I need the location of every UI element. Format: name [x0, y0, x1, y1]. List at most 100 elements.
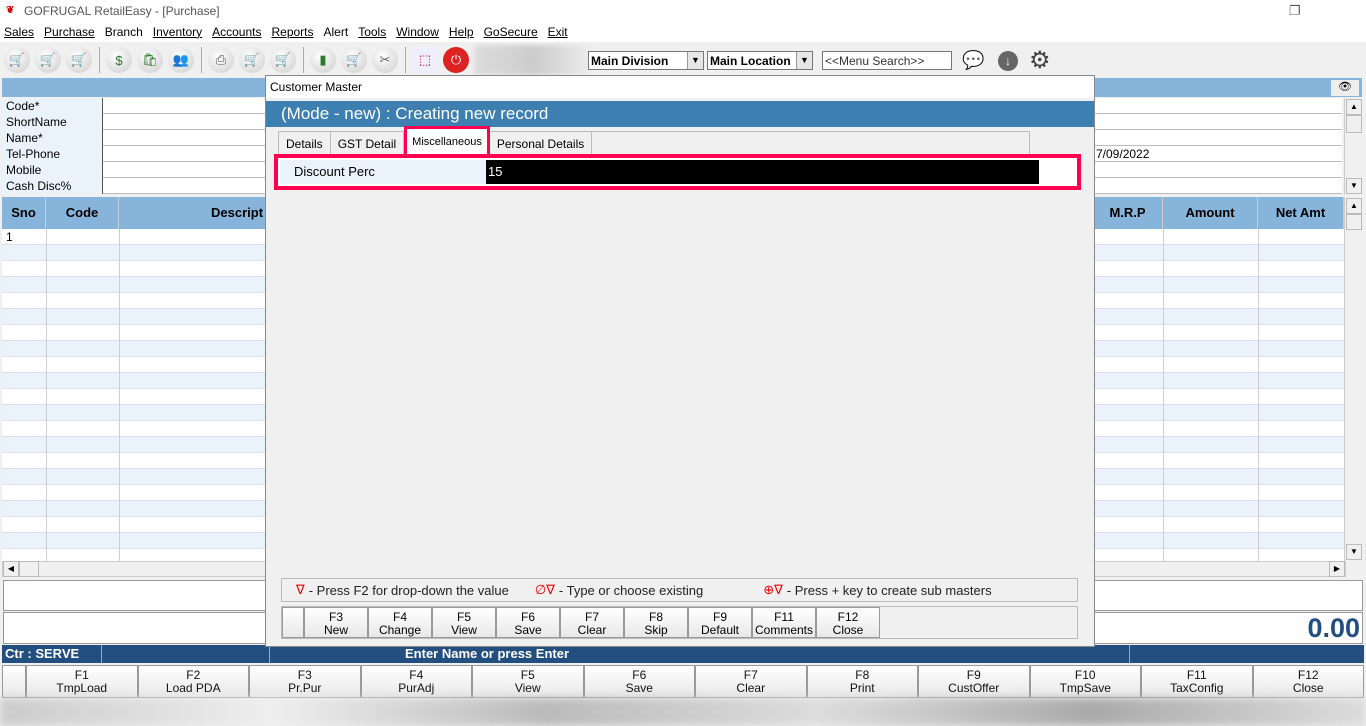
menu-accounts[interactable]: Accounts [208, 25, 265, 39]
cart-icon[interactable]: 🛒 [35, 47, 61, 73]
scroll-left-icon[interactable]: ◀ [3, 561, 19, 577]
discount-perc-input[interactable]: 15 [486, 160, 1039, 184]
dialog-button-default[interactable]: F9 Default [688, 607, 752, 638]
chevron-down-icon: ▼ [687, 52, 703, 69]
cart-icon[interactable]: 🛒 [4, 47, 30, 73]
dialog-button-skip[interactable]: F8 Skip [624, 607, 688, 638]
scroll-up-icon[interactable]: ▲ [1346, 198, 1362, 214]
fkey-load-pda[interactable]: F2 Load PDA [137, 665, 249, 698]
dialog-buttons: F3 New F4 Change F5 View F6 Save F7 Clear F8 Skip F9… [281, 606, 1078, 639]
menu-alert[interactable]: Alert [320, 25, 353, 39]
scroll-thumb[interactable] [1346, 214, 1362, 230]
legend-text: - Press F2 for drop-down the value [308, 582, 509, 598]
window-title: GOFRUGAL RetailEasy - [Purchase] [24, 4, 220, 18]
fkey-close[interactable]: F12 Close [1252, 665, 1364, 698]
dropdown-symbol-icon: ∇ [296, 582, 305, 597]
dialog-button-clear[interactable]: F7 Clear [560, 607, 624, 638]
division-value: Main Division [591, 53, 669, 68]
label-code: Code* [2, 98, 103, 114]
dialog-button-view[interactable]: F5 View [432, 607, 496, 638]
fkey-label: TmpSave [1059, 681, 1111, 695]
printer-icon[interactable]: ⎙ [208, 47, 234, 73]
menu-bar: Sales Purchase Branch Inventory Accounts… [0, 22, 1366, 42]
tab-gst-detail[interactable]: GST Detail [331, 132, 405, 156]
scroll-down-icon[interactable]: ▼ [1346, 178, 1362, 194]
menu-reports[interactable]: Reports [267, 25, 317, 39]
cart-icon[interactable]: 🛒 [341, 47, 367, 73]
fkey-clear[interactable]: F7 Clear [695, 665, 807, 698]
function-keys: F1 TmpLoad F2 Load PDA F3 Pr.Pur F4 PurAdj F5 Vie… [2, 665, 1364, 698]
menu-window[interactable]: Window [392, 25, 443, 39]
menu-purchase[interactable]: Purchase [40, 25, 99, 39]
location-select[interactable]: Main Location ▼ [707, 51, 813, 70]
chat-icon[interactable]: 💬 [962, 50, 984, 71]
fkey-label: TaxConfig [1170, 681, 1224, 695]
tab-personal-details[interactable]: Personal Details [490, 132, 593, 156]
delivery-cart-icon[interactable]: 🛍 [137, 47, 163, 73]
discount-perc-label: Discount Perc [280, 160, 486, 184]
fkey-print[interactable]: F8 Print [806, 665, 918, 698]
menu-gosecure[interactable]: GoSecure [480, 25, 542, 39]
fkey-custoffer[interactable]: F9 CustOffer [918, 665, 1030, 698]
fkey-label: Print [849, 681, 875, 695]
dialog-button-change[interactable]: F4 Change [368, 607, 432, 638]
download-icon[interactable]: ↓ [998, 51, 1018, 71]
report-chart-icon[interactable]: ⬚ [412, 47, 438, 73]
col-mrp: M.R.P [1093, 197, 1163, 229]
fkey-tmpload[interactable]: F1 TmpLoad [26, 665, 138, 698]
fkey-view[interactable]: F5 View [472, 665, 584, 698]
cart-icon[interactable]: 🛒 [239, 47, 265, 73]
form-scrollbar[interactable]: ▲ ▼ [1344, 98, 1362, 195]
tab-miscellaneous[interactable]: Miscellaneous [404, 126, 490, 157]
battery-icon[interactable]: ▮ [310, 47, 336, 73]
menu-search-input[interactable]: <<Menu Search>> [822, 51, 952, 70]
dialog-button-save[interactable]: F6 Save [496, 607, 560, 638]
menu-inventory[interactable]: Inventory [149, 25, 206, 39]
menu-exit[interactable]: Exit [544, 25, 572, 39]
fkey-save[interactable]: F6 Save [583, 665, 695, 698]
settings-gear-icon[interactable]: ⚙ [1029, 46, 1051, 75]
menu-sales[interactable]: Sales [0, 25, 38, 39]
status-bar: Ctr : SERVE Enter Name or press Enter [2, 645, 1364, 663]
fkey-taxconfig[interactable]: F11 TaxConfig [1141, 665, 1253, 698]
fkey-label: Save [625, 681, 653, 695]
scroll-right-icon[interactable]: ▶ [1329, 561, 1345, 577]
discount-field-row: Discount Perc 15 [274, 154, 1081, 190]
scroll-down-icon[interactable]: ▼ [1346, 544, 1362, 560]
fkey-label: View [514, 681, 541, 695]
cart-return-icon[interactable]: 🛒 [66, 47, 92, 73]
cart-icon[interactable]: 🛒 [270, 47, 296, 73]
scroll-thumb[interactable] [19, 561, 39, 577]
blurred-area [474, 45, 594, 75]
button-spacer [282, 607, 304, 638]
eye-icon[interactable]: 👁 [1331, 80, 1359, 96]
users-icon[interactable]: 👥 [168, 47, 194, 73]
menu-branch[interactable]: Branch [101, 25, 147, 39]
fkey-puradj[interactable]: F4 PurAdj [360, 665, 472, 698]
label-shortname: ShortName [2, 114, 103, 130]
restore-icon[interactable]: ❐ [1289, 3, 1301, 19]
money-icon[interactable]: $ [106, 47, 132, 73]
dialog-button-new[interactable]: F3 New [304, 607, 368, 638]
grid-scrollbar[interactable]: ▲ ▼ [1344, 197, 1362, 561]
button-label: Close [832, 623, 864, 637]
fkey-tmpsave[interactable]: F10 TmpSave [1029, 665, 1141, 698]
dialog-button-comments[interactable]: F11 Comments [752, 607, 816, 638]
power-icon[interactable]: ⏻ [443, 47, 469, 73]
dialog-button-close[interactable]: F12 Close [816, 607, 880, 638]
fkey-pr-pur[interactable]: F3 Pr.Pur [249, 665, 361, 698]
legend: ∇ - Press F2 for drop-down the value ∅∇ - … [281, 578, 1078, 602]
fkey-label: Pr.Pur [288, 681, 322, 695]
dialog-title: Customer Master [266, 76, 1094, 98]
customer-master-dialog: Customer Master (Mode - new) : Creating … [265, 75, 1095, 647]
mode-banner: (Mode - new) : Creating new record [266, 101, 1094, 127]
division-select[interactable]: Main Division ▼ [588, 51, 704, 70]
legend-text: - Type or choose existing [558, 582, 704, 598]
scroll-up-icon[interactable]: ▲ [1346, 99, 1362, 115]
menu-tools[interactable]: Tools [354, 25, 390, 39]
scroll-thumb[interactable] [1346, 115, 1362, 133]
menu-help[interactable]: Help [445, 25, 478, 39]
tab-details[interactable]: Details [279, 132, 331, 156]
button-label: Skip [644, 623, 668, 637]
tools-icon[interactable]: ✂ [372, 47, 398, 73]
